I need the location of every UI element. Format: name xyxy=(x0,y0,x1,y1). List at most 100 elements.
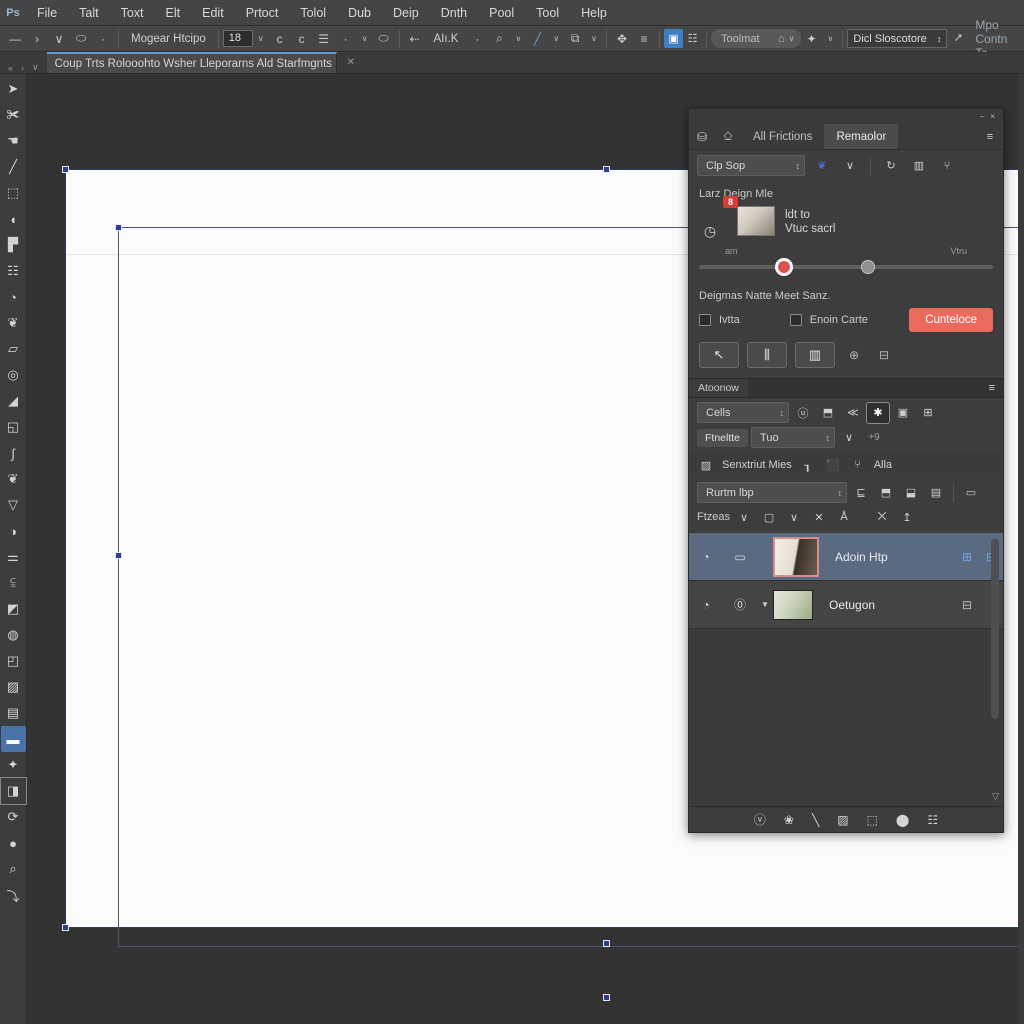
adjustment-layer-icon[interactable]: ▨ xyxy=(837,813,848,827)
menu-item-talt[interactable]: Talt xyxy=(68,0,109,26)
zoom-tool[interactable]: ⌕ xyxy=(1,856,26,882)
selection-handle-inner-top-left[interactable] xyxy=(115,224,122,231)
slider-handle-secondary[interactable] xyxy=(860,260,875,274)
blend-icon-2[interactable]: ⬒ xyxy=(875,483,897,503)
transform-tool-button[interactable]: ⫼ xyxy=(747,342,787,368)
tab-close-icon[interactable]: ✕ xyxy=(337,57,365,68)
chevron-down-icon[interactable]: ∨ xyxy=(510,34,526,43)
tab-list-chevron-down-icon[interactable]: ∨ xyxy=(32,62,39,73)
quick-mask-tool[interactable]: ◨ xyxy=(0,777,27,805)
slider-handle-primary[interactable] xyxy=(775,258,794,276)
search-input[interactable]: Toolmat ⌂ ∨ xyxy=(711,29,801,48)
menu-item-deip[interactable]: Deip xyxy=(382,0,430,26)
smudge-tool[interactable]: ◍ xyxy=(1,622,26,648)
shape-tool[interactable]: ▽ xyxy=(1,492,26,518)
comment-icon[interactable]: ▣ xyxy=(892,403,914,423)
scroll-right-icon[interactable]: › xyxy=(21,63,24,73)
preset-select[interactable]: Clp Sop ↕ xyxy=(697,155,805,176)
line-tool[interactable]: ╱ xyxy=(1,154,26,180)
preview-thumbnail-wrap[interactable]: 8 xyxy=(723,196,775,236)
selection-handle-bottom-center[interactable] xyxy=(603,940,610,947)
layers-list[interactable]: ◔ ▭ Adoin Htp ⊞ ⊟ ◔ ⓪ ▼ Oetugon ⊟ ▽ xyxy=(689,533,1003,806)
chevron-down-icon[interactable]: ∨ xyxy=(48,28,70,50)
move-tool[interactable]: ➤ xyxy=(1,76,26,102)
menu-item-dnth[interactable]: Dnth xyxy=(430,0,478,26)
crop-tool[interactable]: ⬚ xyxy=(1,180,26,206)
flip-icon[interactable]: ≪ xyxy=(842,403,864,423)
menu-item-pool[interactable]: Pool xyxy=(478,0,525,26)
mid-panel-menu-icon[interactable]: ≡ xyxy=(989,382,1003,394)
filter-text-icon[interactable]: Å xyxy=(833,507,855,527)
layer-lock-icon[interactable]: ⓪ xyxy=(723,596,757,613)
cells-select[interactable]: Cells ↕ xyxy=(697,402,789,423)
close-icon[interactable]: × xyxy=(990,112,995,121)
new-group-icon[interactable]: ⬚ xyxy=(867,813,878,827)
layer-all-label[interactable]: Alla xyxy=(874,459,892,471)
filter-clear-icon[interactable]: ✕ xyxy=(808,507,830,527)
add-style-icon[interactable]: ❀ xyxy=(784,813,794,827)
bookmark-icon[interactable]: ⎐ xyxy=(715,124,741,149)
filter-sort-icon[interactable]: ↥ xyxy=(896,507,918,527)
layer-visibility-toggle[interactable]: ◔ xyxy=(689,550,723,564)
layer-thumbnail[interactable] xyxy=(773,589,813,620)
pen-tool[interactable]: ◱ xyxy=(1,414,26,440)
workspace-select[interactable]: Dicl Sloscotore ↕ xyxy=(847,29,948,48)
layer-name[interactable]: Adoin Htp xyxy=(819,550,955,564)
history-brush-tool[interactable]: ⫉ xyxy=(1,570,26,596)
chevron-down-icon[interactable]: ∨ xyxy=(586,34,602,43)
mask-tool[interactable]: ▨ xyxy=(1,674,26,700)
library-icon[interactable]: ⛁ xyxy=(689,124,715,149)
scroll-down-icon[interactable]: ▽ xyxy=(992,791,999,802)
dodge-tool[interactable]: ◢ xyxy=(1,388,26,414)
filter-smart-icon[interactable]: ⨉ xyxy=(871,507,893,527)
layer-link-icon[interactable]: ⑂ xyxy=(849,457,867,473)
magic-wand-icon[interactable]: ✦ xyxy=(801,28,823,50)
minimize-icon[interactable]: – xyxy=(980,112,984,121)
selection-handle-bottom-outer[interactable] xyxy=(603,994,610,1001)
align-left-icon[interactable]: c xyxy=(269,28,291,50)
artboard-tool[interactable]: ✀ xyxy=(1,102,26,128)
healing-brush-tool[interactable]: ▛ xyxy=(1,232,26,258)
selection-handle-top-center[interactable] xyxy=(603,166,610,173)
eyedropper-tool[interactable]: ◖ xyxy=(1,206,26,232)
layer-thumbnail[interactable] xyxy=(773,536,819,577)
chevron-down-icon[interactable]: ∨ xyxy=(548,34,564,43)
menu-item-elt[interactable]: Elt xyxy=(155,0,192,26)
history-clock-icon[interactable]: ◷ xyxy=(699,220,721,242)
layer-effect-icon[interactable]: ⊞ xyxy=(955,550,979,564)
back-arrow-icon[interactable]: ⇠ xyxy=(404,28,426,50)
menu-item-edit[interactable]: Edit xyxy=(191,0,235,26)
add-mask-icon[interactable]: ╲ xyxy=(812,813,819,827)
brush-stroke-icon[interactable]: ╱ xyxy=(526,28,548,50)
layer-lock-icon[interactable]: ▭ xyxy=(723,550,757,564)
merge-icon[interactable]: ⑂ xyxy=(936,156,958,176)
blend-icon-3[interactable]: ⬓ xyxy=(900,483,922,503)
swatch-icon[interactable]: ❦ xyxy=(811,156,833,176)
rotate-view-tool[interactable]: ⟳ xyxy=(1,804,26,830)
selection-handle-bottom-left[interactable] xyxy=(62,924,69,931)
ftneltte-select[interactable]: Tuo ↕ xyxy=(751,427,836,448)
target-icon[interactable]: ⊕ xyxy=(843,344,865,366)
lasso-tool[interactable]: ☚ xyxy=(1,128,26,154)
tab-nav-arrows[interactable]: « › ∨ xyxy=(0,62,47,73)
menu-item-toxt[interactable]: Toxt xyxy=(110,0,155,26)
checkbox-ivtta[interactable] xyxy=(699,314,711,326)
zoom-icon[interactable]: ⌕ xyxy=(488,28,510,50)
select-tool-button[interactable]: ↖ xyxy=(699,342,739,368)
layer-expand-caret[interactable]: ▼ xyxy=(757,600,773,609)
measure-tool[interactable]: ⚌ xyxy=(1,544,26,570)
selection-handle-inner-left[interactable] xyxy=(115,552,122,559)
grid-view-button[interactable]: ▣ xyxy=(664,29,684,48)
menu-item-tool[interactable]: Tool xyxy=(525,0,570,26)
more-tools-button[interactable]: ⤵ xyxy=(1,882,26,908)
rotate-icon[interactable]: ↻ xyxy=(880,156,902,176)
chevron-down-icon[interactable]: ∨ xyxy=(838,428,860,448)
frame-icon[interactable]: ⧉ xyxy=(564,28,586,50)
filter-kind-chevron-down-icon[interactable]: ∨ xyxy=(783,507,805,527)
align-justify-icon[interactable]: ☰ xyxy=(313,28,335,50)
move-icon[interactable]: ✥ xyxy=(611,28,633,50)
preview-thumbnail[interactable] xyxy=(737,206,775,236)
menu-item-dub[interactable]: Dub xyxy=(337,0,382,26)
checkbox-enoin-carte[interactable] xyxy=(789,314,802,326)
mid-panel-title[interactable]: Atoonow xyxy=(689,379,748,397)
